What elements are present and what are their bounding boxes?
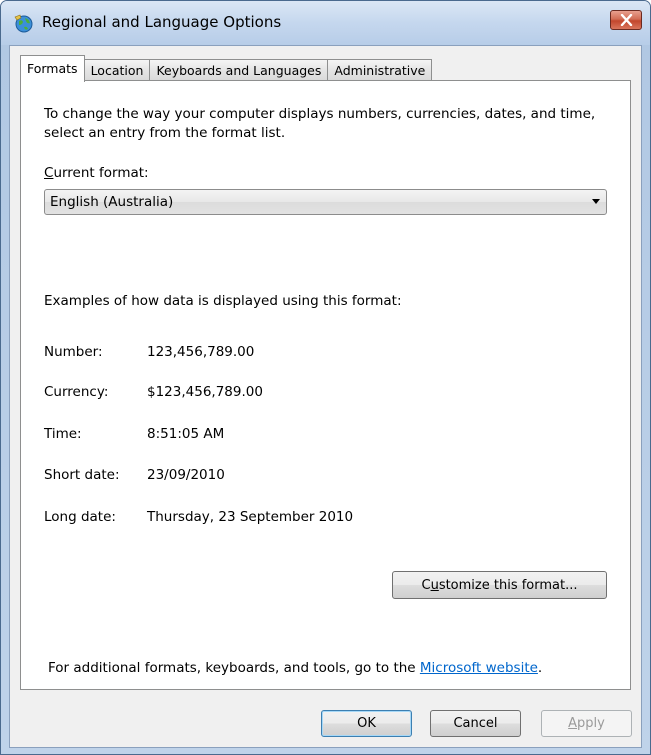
example-value-long-date: Thursday, 23 September 2010	[147, 509, 354, 525]
tab-administrative[interactable]: Administrative	[327, 59, 433, 81]
apply-button-accel: A	[568, 716, 578, 731]
customize-format-button[interactable]: Customize this format...	[392, 571, 607, 599]
footer-text-lead: For additional formats, keyboards, and t…	[48, 660, 420, 676]
example-label-currency: Currency:	[44, 384, 109, 400]
close-button[interactable]	[610, 10, 642, 30]
example-value-time: 8:51:05 AM	[147, 426, 225, 442]
footer-text-period: .	[537, 660, 543, 676]
title-bar[interactable]: Regional and Language Options	[1, 1, 650, 45]
microsoft-website-link[interactable]: Microsoft website	[420, 660, 538, 676]
apply-button[interactable]: Apply	[541, 710, 632, 737]
ok-button[interactable]: OK	[321, 710, 412, 737]
examples-heading: Examples of how data is displayed using …	[44, 293, 402, 309]
current-format-combobox[interactable]: English (Australia)	[44, 189, 607, 215]
cancel-button[interactable]: Cancel	[430, 710, 521, 737]
example-label-long-date: Long date:	[44, 509, 116, 525]
customize-button-accel: u	[430, 577, 439, 593]
example-value-currency: $123,456,789.00	[147, 384, 263, 400]
chevron-down-icon	[592, 199, 600, 204]
current-format-label: Current format:	[44, 165, 149, 181]
example-label-time: Time:	[44, 426, 82, 442]
dialog-window: Regional and Language Options Formats Lo…	[0, 0, 651, 755]
customize-button-pre: C	[421, 577, 431, 593]
close-icon	[620, 14, 633, 26]
formats-panel: To change the way your computer displays…	[20, 80, 631, 690]
tab-strip: Formats Location Keyboards and Languages…	[20, 55, 433, 82]
example-label-number: Number:	[44, 344, 103, 360]
intro-text: To change the way your computer displays…	[44, 106, 596, 141]
tab-formats[interactable]: Formats	[20, 55, 85, 82]
tab-keyboards-and-languages[interactable]: Keyboards and Languages	[149, 59, 329, 81]
footer-text: For additional formats, keyboards, and t…	[48, 660, 542, 676]
globe-icon	[13, 12, 35, 34]
current-format-value: English (Australia)	[50, 194, 174, 210]
customize-button-post: stomize this format...	[438, 577, 578, 593]
dialog-client: Formats Location Keyboards and Languages…	[9, 45, 642, 748]
example-label-short-date: Short date:	[44, 467, 120, 483]
example-value-short-date: 23/09/2010	[147, 467, 225, 483]
apply-button-rest: pply	[577, 716, 605, 731]
current-format-label-rest: urrent format:	[53, 165, 149, 181]
example-value-number: 123,456,789.00	[147, 344, 255, 360]
tab-location[interactable]: Location	[83, 59, 151, 81]
window-title: Regional and Language Options	[42, 13, 282, 31]
